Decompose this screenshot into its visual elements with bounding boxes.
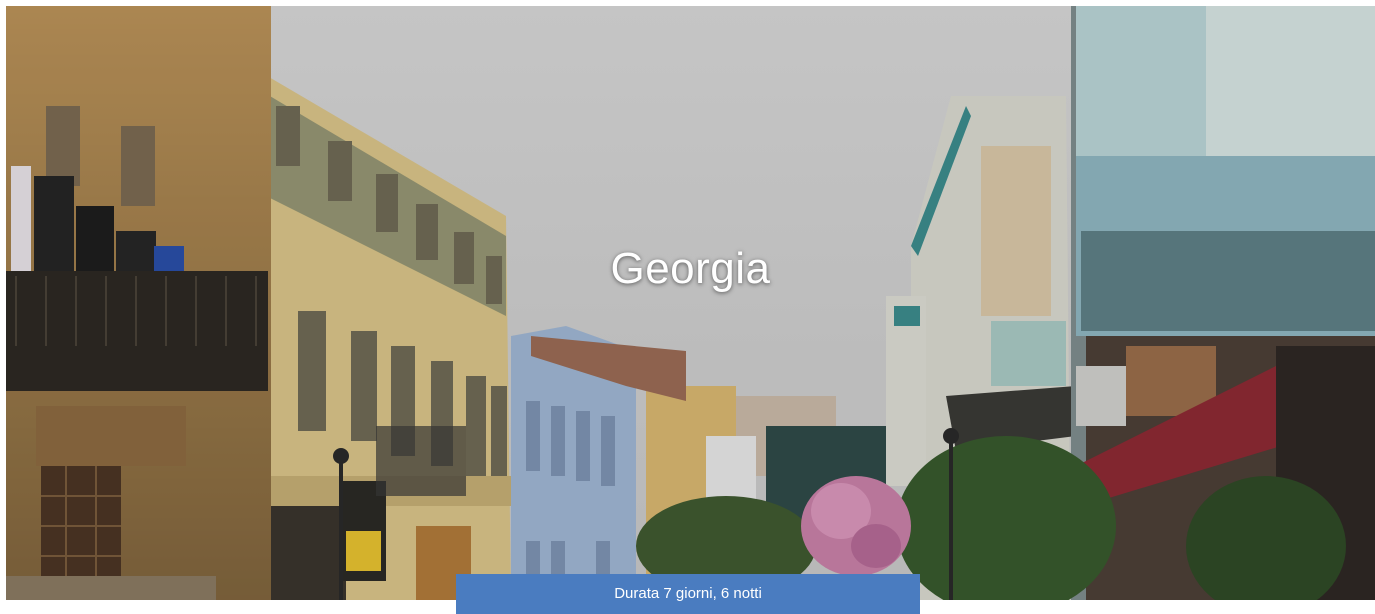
destination-title: Georgia xyxy=(610,244,771,293)
hero-banner: Georgia xyxy=(6,6,1375,600)
trip-duration-bar: Durata 7 giorni, 6 notti xyxy=(456,574,920,614)
hero-image xyxy=(6,6,1375,600)
trip-duration-label: Durata 7 giorni, 6 notti xyxy=(614,585,762,602)
